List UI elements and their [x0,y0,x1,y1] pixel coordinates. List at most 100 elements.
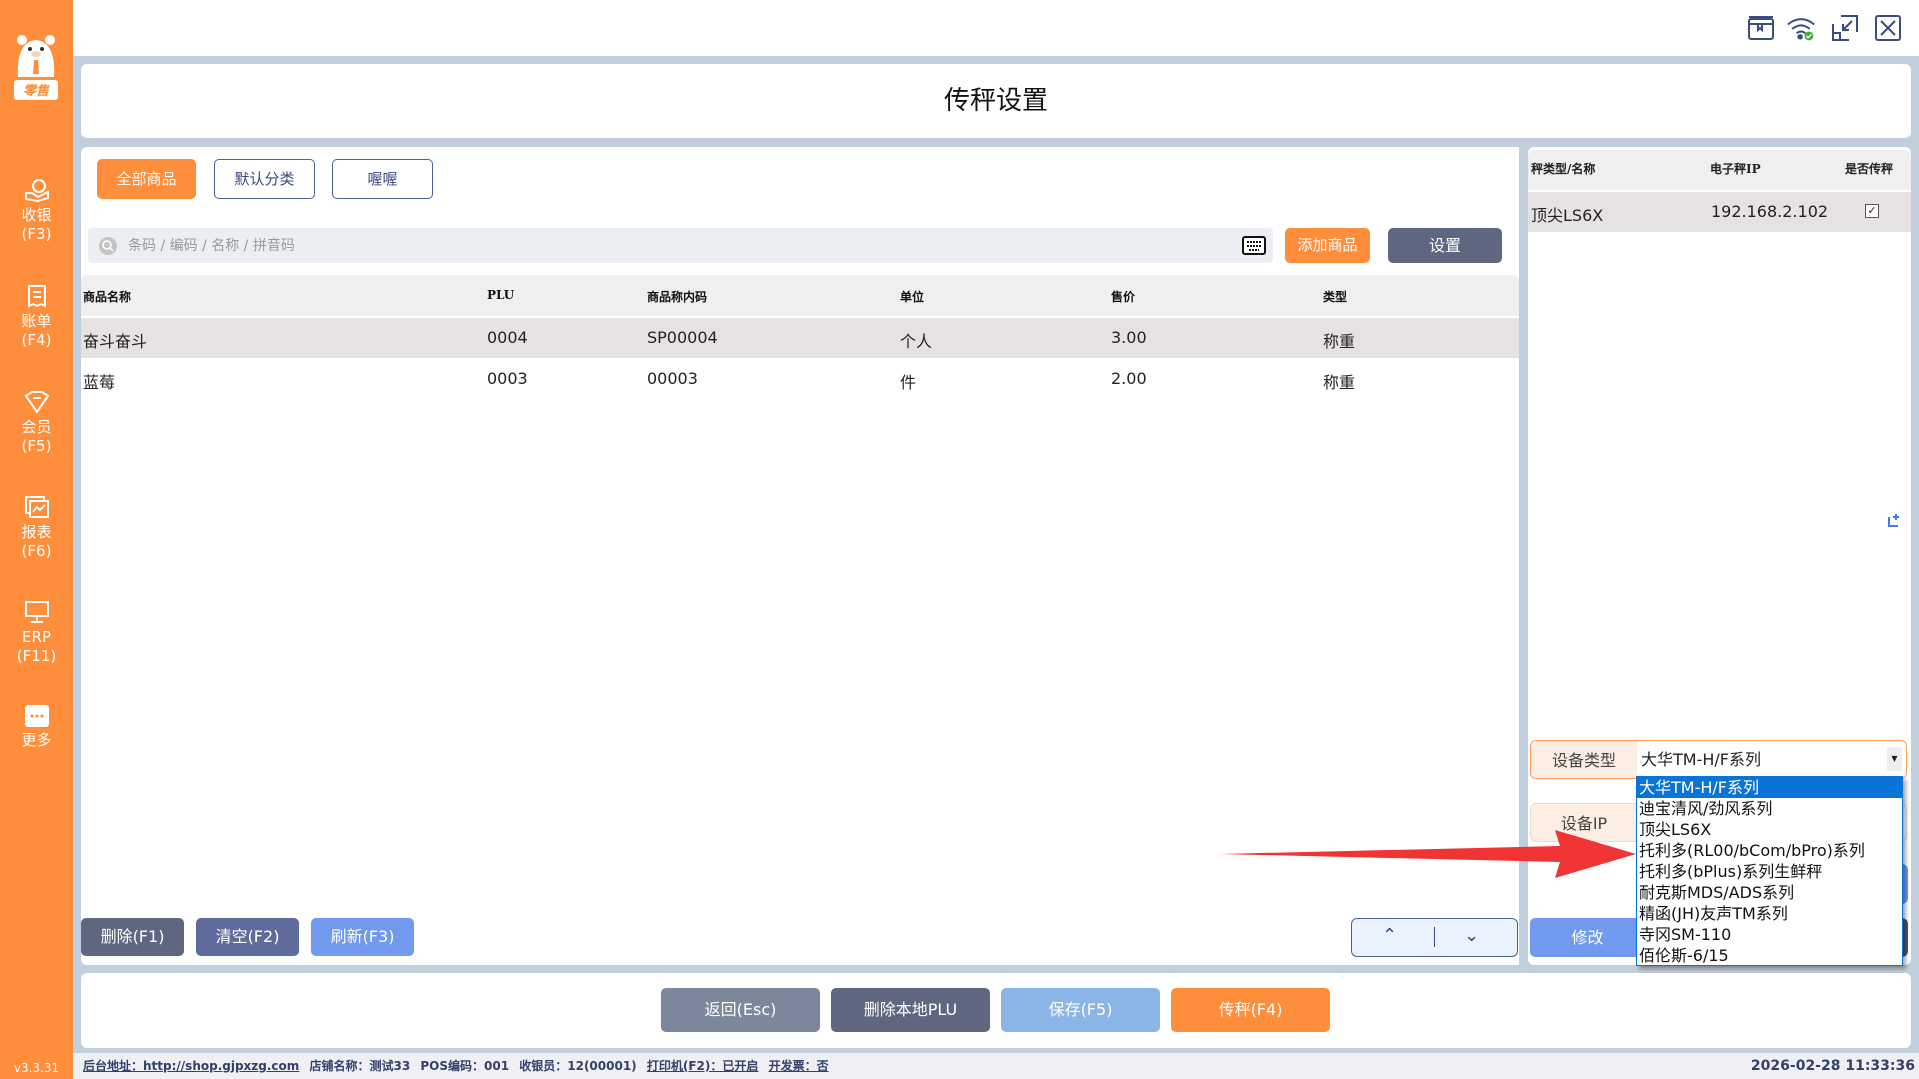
report-chart-icon [24,496,49,518]
nav-key: (F6) [21,542,52,560]
cell-type: 称重 [1323,332,1356,351]
dropdown-option[interactable]: 迪宝清风/劲风系列 [1637,798,1902,819]
nav-label: ERP [22,628,51,646]
cell-unit: 个人 [900,332,933,351]
dropdown-option[interactable]: 托利多(RL00/bCom/bPro)系列 [1637,840,1902,861]
top-bar [73,0,1919,56]
column-header: 商品名称 [83,290,132,304]
cell-scale-ip: 192.168.2.102 [1711,202,1829,221]
dropdown-option[interactable]: 耐克斯MDS/ADS系列 [1637,882,1902,903]
modify-button[interactable]: 修改 [1530,918,1645,957]
search-input[interactable] [128,228,1128,263]
cell-price: 2.00 [1111,369,1147,388]
nav-label: 会员 [21,418,52,436]
settings-button[interactable]: 设置 [1388,228,1502,263]
cell-plu: 0003 [487,369,528,388]
monitor-icon [24,601,49,623]
filter-category-woowoo[interactable]: 喔喔 [332,159,433,199]
cell-code: SP00004 [647,328,718,347]
column-header: 类型 [1323,290,1348,304]
cashier: 收银员：12(00001) [519,1059,637,1073]
back-button[interactable]: 返回(Esc) [661,988,820,1032]
page-title: 传秤设置 [81,64,1911,138]
cell-unit: 件 [900,373,917,392]
floating-assistant-icon[interactable] [1882,509,1906,533]
cell-name: 蓝莓 [83,373,116,392]
more-icon [24,705,49,727]
cell-code: 00003 [647,369,698,388]
column-header: 单位 [900,290,925,304]
delete-button[interactable]: 删除(F1) [81,918,184,956]
column-header: 是否传秤 [1845,162,1894,176]
table-row[interactable]: 奋斗奋斗 0004 SP00004 个人 3.00 称重 [81,318,1519,358]
filter-default-category[interactable]: 默认分类 [214,159,315,199]
invoice-status-link[interactable]: 开发票：否 [769,1059,829,1073]
nav-label: 报表 [21,523,52,541]
nav-key: (F5) [21,437,52,455]
device-type-select[interactable]: 大华TM-H/F系列 [1641,741,1761,778]
column-header: 电子秤IP [1710,162,1761,176]
cash-hand-icon [24,179,49,202]
cell-type: 称重 [1323,373,1356,392]
chevron-down-icon[interactable]: ▼ [1887,747,1902,771]
filter-all-products[interactable]: 全部商品 [97,159,196,199]
column-header: PLU [487,288,515,302]
nav-label: 账单 [21,312,52,330]
divider [1434,927,1435,947]
sidebar: 零售 收银 (F3) 账单 (F4) 会员 (F5) 报表 (F6) ERP (F11) … [0,0,73,1079]
transfer-scale-button[interactable]: 传秤(F4) [1171,988,1330,1032]
cashbox-icon[interactable] [1746,14,1776,42]
keyboard-icon[interactable] [1242,236,1266,255]
app-logo: 零售 [12,32,60,102]
nav-label: 更多 [21,731,52,749]
svg-text:零售: 零售 [23,83,51,99]
nav-key: (F11) [16,647,57,665]
chevron-up-icon[interactable]: ⌃ [1382,925,1397,946]
chevron-down-icon[interactable]: ⌃ [1464,923,1479,944]
clear-button[interactable]: 清空(F2) [196,918,299,956]
add-product-button[interactable]: 添加商品 [1285,228,1370,263]
device-type-field: 设备类型 大华TM-H/F系列 ▼ [1530,740,1907,779]
sidebar-item-more[interactable]: 更多 [0,705,73,750]
table-row[interactable]: 蓝莓 0003 00003 件 2.00 称重 [81,359,1519,399]
sidebar-item-members[interactable]: 会员 (F5) [0,390,73,456]
minimize-window-icon[interactable] [1830,14,1860,42]
scale-table-header: 秤类型/名称 电子秤IP 是否传秤 [1528,150,1911,190]
close-icon[interactable] [1873,14,1903,42]
dropdown-option[interactable]: 寺冈SM-110 [1637,924,1902,945]
backend-url-link[interactable]: 后台地址：http://shop.gjpxzg.com [83,1059,299,1073]
scale-row[interactable]: 顶尖LS6X 192.168.2.102 ✓ [1528,192,1911,232]
search-bar [88,228,1273,263]
device-type-dropdown: 大华TM-H/F系列 迪宝清风/劲风系列 顶尖LS6X 托利多(RL00/bCo… [1636,776,1903,966]
column-header: 秤类型/名称 [1531,162,1596,176]
dropdown-option[interactable]: 精函(JH)友声TM系列 [1637,903,1902,924]
refresh-button[interactable]: 刷新(F3) [311,918,414,956]
dropdown-option[interactable]: 托利多(bPlus)系列生鲜秤 [1637,861,1902,882]
printer-status-link[interactable]: 打印机(F2)：已开启 [647,1059,759,1073]
red-arrow-annotation [1220,830,1636,878]
save-button[interactable]: 保存(F5) [1001,988,1160,1032]
dropdown-option[interactable]: 大华TM-H/F系列 [1637,777,1902,798]
version-label: v3.3.31 [13,1061,60,1075]
action-panel [81,973,1911,1048]
sidebar-item-bills[interactable]: 账单 (F4) [0,284,73,350]
sidebar-item-checkout[interactable]: 收银 (F3) [0,178,73,244]
store-name: 店铺名称：测试33 [309,1059,411,1073]
dropdown-option[interactable]: 佰伦斯-6/15 [1637,945,1902,966]
delete-local-plu-button[interactable]: 删除本地PLU [831,988,990,1032]
cell-name: 奋斗奋斗 [83,332,148,351]
device-type-label: 设备类型 [1531,741,1637,778]
table-header: 商品名称 PLU 商品称内码 单位 售价 类型 [81,275,1519,316]
diamond-icon [24,391,49,414]
sidebar-item-erp[interactable]: ERP (F11) [0,600,73,666]
sidebar-item-reports[interactable]: 报表 (F6) [0,495,73,561]
page-nav: ⌃ ⌃ [1351,918,1518,957]
search-icon [99,237,117,255]
receipt-icon [27,285,46,308]
transfer-checkbox[interactable]: ✓ [1865,204,1879,218]
nav-key: (F4) [21,331,52,349]
cell-scale-name: 顶尖LS6X [1531,206,1604,225]
dropdown-option[interactable]: 顶尖LS6X [1637,819,1902,840]
nav-key: (F3) [21,225,52,243]
column-header: 商品称内码 [647,290,708,304]
